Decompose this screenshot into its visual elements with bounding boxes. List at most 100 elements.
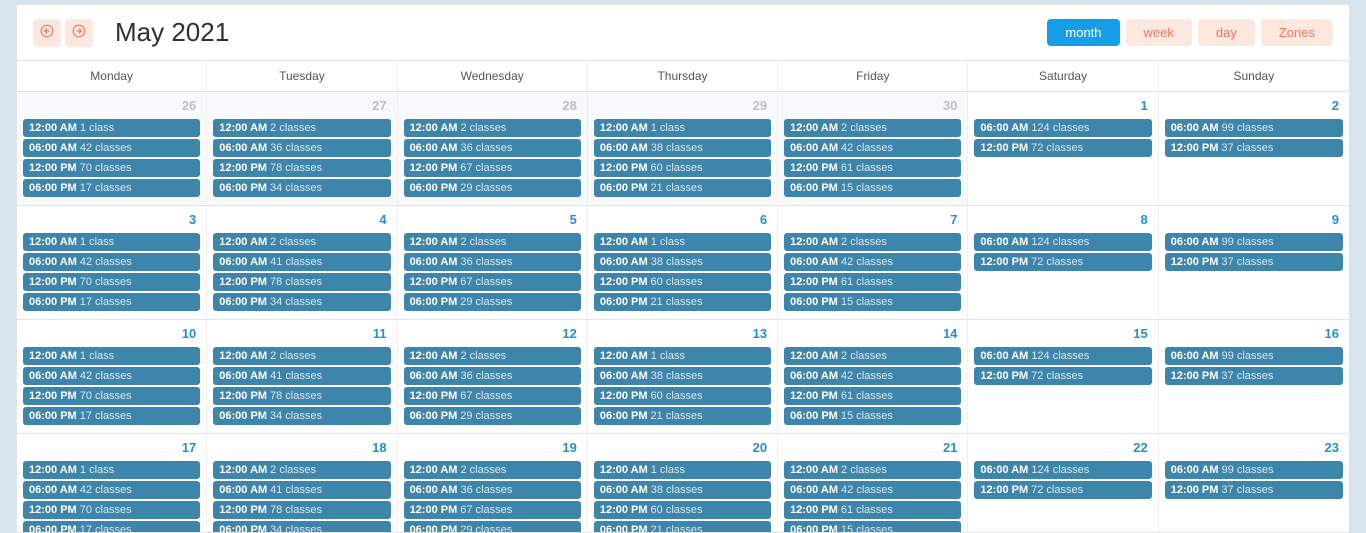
event-pill[interactable]: 12:00 AM1 class	[23, 119, 200, 137]
event-pill[interactable]: 12:00 AM2 classes	[784, 347, 961, 365]
view-zones-button[interactable]: Zones	[1261, 19, 1333, 46]
day-cell[interactable]: 1506:00 AM124 classes12:00 PM72 classes	[968, 320, 1158, 434]
day-cell[interactable]: 1012:00 AM1 class06:00 AM42 classes12:00…	[17, 320, 207, 434]
event-pill[interactable]: 06:00 AM38 classes	[594, 139, 771, 157]
event-pill[interactable]: 06:00 PM29 classes	[404, 179, 581, 197]
prev-month-button[interactable]	[33, 19, 61, 47]
event-pill[interactable]: 06:00 PM17 classes	[23, 407, 200, 425]
day-cell[interactable]: 2812:00 AM2 classes06:00 AM36 classes12:…	[398, 92, 588, 206]
event-pill[interactable]: 12:00 PM72 classes	[974, 139, 1151, 157]
day-cell[interactable]: 612:00 AM1 class06:00 AM38 classes12:00 …	[588, 206, 778, 320]
event-pill[interactable]: 12:00 PM67 classes	[404, 273, 581, 291]
event-pill[interactable]: 06:00 PM15 classes	[784, 293, 961, 311]
event-pill[interactable]: 06:00 PM15 classes	[784, 407, 961, 425]
event-pill[interactable]: 12:00 AM1 class	[23, 461, 200, 479]
event-pill[interactable]: 06:00 PM21 classes	[594, 293, 771, 311]
day-cell[interactable]: 2206:00 AM124 classes12:00 PM72 classes	[968, 434, 1158, 533]
event-pill[interactable]: 06:00 AM124 classes	[974, 233, 1151, 251]
day-cell[interactable]: 512:00 AM2 classes06:00 AM36 classes12:0…	[398, 206, 588, 320]
event-pill[interactable]: 06:00 AM99 classes	[1165, 347, 1343, 365]
event-pill[interactable]: 06:00 PM29 classes	[404, 521, 581, 533]
event-pill[interactable]: 12:00 PM60 classes	[594, 159, 771, 177]
event-pill[interactable]: 12:00 AM2 classes	[784, 461, 961, 479]
day-cell[interactable]: 1606:00 AM99 classes12:00 PM37 classes	[1159, 320, 1349, 434]
event-pill[interactable]: 12:00 PM72 classes	[974, 253, 1151, 271]
event-pill[interactable]: 12:00 AM2 classes	[404, 347, 581, 365]
event-pill[interactable]: 12:00 AM1 class	[594, 119, 771, 137]
view-month-button[interactable]: month	[1047, 19, 1119, 46]
event-pill[interactable]: 12:00 PM70 classes	[23, 273, 200, 291]
event-pill[interactable]: 12:00 AM2 classes	[404, 461, 581, 479]
event-pill[interactable]: 12:00 PM78 classes	[213, 387, 390, 405]
day-cell[interactable]: 1712:00 AM1 class06:00 AM42 classes12:00…	[17, 434, 207, 533]
event-pill[interactable]: 06:00 PM34 classes	[213, 407, 390, 425]
view-day-button[interactable]: day	[1198, 19, 1255, 46]
event-pill[interactable]: 06:00 AM41 classes	[213, 481, 390, 499]
event-pill[interactable]: 12:00 AM1 class	[594, 233, 771, 251]
event-pill[interactable]: 12:00 PM61 classes	[784, 387, 961, 405]
day-cell[interactable]: 2112:00 AM2 classes06:00 AM42 classes12:…	[778, 434, 968, 533]
view-week-button[interactable]: week	[1126, 19, 1192, 46]
event-pill[interactable]: 12:00 AM2 classes	[213, 347, 390, 365]
day-cell[interactable]: 2012:00 AM1 class06:00 AM38 classes12:00…	[588, 434, 778, 533]
next-month-button[interactable]	[65, 19, 93, 47]
event-pill[interactable]: 06:00 AM42 classes	[23, 367, 200, 385]
event-pill[interactable]: 06:00 AM36 classes	[404, 481, 581, 499]
event-pill[interactable]: 06:00 AM36 classes	[404, 139, 581, 157]
event-pill[interactable]: 12:00 PM60 classes	[594, 501, 771, 519]
event-pill[interactable]: 06:00 AM124 classes	[974, 461, 1151, 479]
event-pill[interactable]: 12:00 AM2 classes	[784, 233, 961, 251]
day-cell[interactable]: 1212:00 AM2 classes06:00 AM36 classes12:…	[398, 320, 588, 434]
event-pill[interactable]: 06:00 PM29 classes	[404, 293, 581, 311]
event-pill[interactable]: 12:00 PM37 classes	[1165, 481, 1343, 499]
event-pill[interactable]: 06:00 AM99 classes	[1165, 461, 1343, 479]
event-pill[interactable]: 06:00 PM21 classes	[594, 521, 771, 533]
day-cell[interactable]: 2306:00 AM99 classes12:00 PM37 classes	[1159, 434, 1349, 533]
event-pill[interactable]: 06:00 AM124 classes	[974, 347, 1151, 365]
event-pill[interactable]: 06:00 AM36 classes	[213, 139, 390, 157]
event-pill[interactable]: 12:00 PM70 classes	[23, 159, 200, 177]
day-cell[interactable]: 412:00 AM2 classes06:00 AM41 classes12:0…	[207, 206, 397, 320]
event-pill[interactable]: 12:00 AM2 classes	[404, 119, 581, 137]
event-pill[interactable]: 06:00 PM29 classes	[404, 407, 581, 425]
event-pill[interactable]: 12:00 AM2 classes	[404, 233, 581, 251]
day-cell[interactable]: 1312:00 AM1 class06:00 AM38 classes12:00…	[588, 320, 778, 434]
event-pill[interactable]: 12:00 PM67 classes	[404, 159, 581, 177]
event-pill[interactable]: 06:00 AM99 classes	[1165, 233, 1343, 251]
event-pill[interactable]: 12:00 AM1 class	[23, 347, 200, 365]
event-pill[interactable]: 12:00 PM70 classes	[23, 501, 200, 519]
event-pill[interactable]: 12:00 PM78 classes	[213, 273, 390, 291]
event-pill[interactable]: 06:00 AM42 classes	[23, 481, 200, 499]
event-pill[interactable]: 06:00 PM34 classes	[213, 521, 390, 533]
event-pill[interactable]: 06:00 AM36 classes	[404, 253, 581, 271]
day-cell[interactable]: 2912:00 AM1 class06:00 AM38 classes12:00…	[588, 92, 778, 206]
event-pill[interactable]: 12:00 PM70 classes	[23, 387, 200, 405]
day-cell[interactable]: 1812:00 AM2 classes06:00 AM41 classes12:…	[207, 434, 397, 533]
event-pill[interactable]: 06:00 AM38 classes	[594, 481, 771, 499]
event-pill[interactable]: 12:00 PM60 classes	[594, 387, 771, 405]
event-pill[interactable]: 12:00 PM78 classes	[213, 501, 390, 519]
event-pill[interactable]: 06:00 PM15 classes	[784, 521, 961, 533]
event-pill[interactable]: 06:00 AM38 classes	[594, 367, 771, 385]
event-pill[interactable]: 12:00 PM61 classes	[784, 273, 961, 291]
event-pill[interactable]: 06:00 AM42 classes	[784, 253, 961, 271]
day-cell[interactable]: 906:00 AM99 classes12:00 PM37 classes	[1159, 206, 1349, 320]
event-pill[interactable]: 06:00 PM17 classes	[23, 179, 200, 197]
event-pill[interactable]: 12:00 AM1 class	[594, 347, 771, 365]
event-pill[interactable]: 12:00 PM72 classes	[974, 481, 1151, 499]
event-pill[interactable]: 06:00 AM38 classes	[594, 253, 771, 271]
event-pill[interactable]: 12:00 PM72 classes	[974, 367, 1151, 385]
event-pill[interactable]: 06:00 PM15 classes	[784, 179, 961, 197]
event-pill[interactable]: 06:00 AM36 classes	[404, 367, 581, 385]
event-pill[interactable]: 12:00 AM2 classes	[213, 233, 390, 251]
event-pill[interactable]: 12:00 PM37 classes	[1165, 139, 1343, 157]
event-pill[interactable]: 06:00 AM42 classes	[23, 253, 200, 271]
event-pill[interactable]: 12:00 PM60 classes	[594, 273, 771, 291]
event-pill[interactable]: 12:00 PM37 classes	[1165, 253, 1343, 271]
event-pill[interactable]: 12:00 AM2 classes	[784, 119, 961, 137]
day-cell[interactable]: 1412:00 AM2 classes06:00 AM42 classes12:…	[778, 320, 968, 434]
day-cell[interactable]: 806:00 AM124 classes12:00 PM72 classes	[968, 206, 1158, 320]
day-cell[interactable]: 1112:00 AM2 classes06:00 AM41 classes12:…	[207, 320, 397, 434]
event-pill[interactable]: 06:00 PM21 classes	[594, 179, 771, 197]
event-pill[interactable]: 06:00 AM42 classes	[784, 367, 961, 385]
